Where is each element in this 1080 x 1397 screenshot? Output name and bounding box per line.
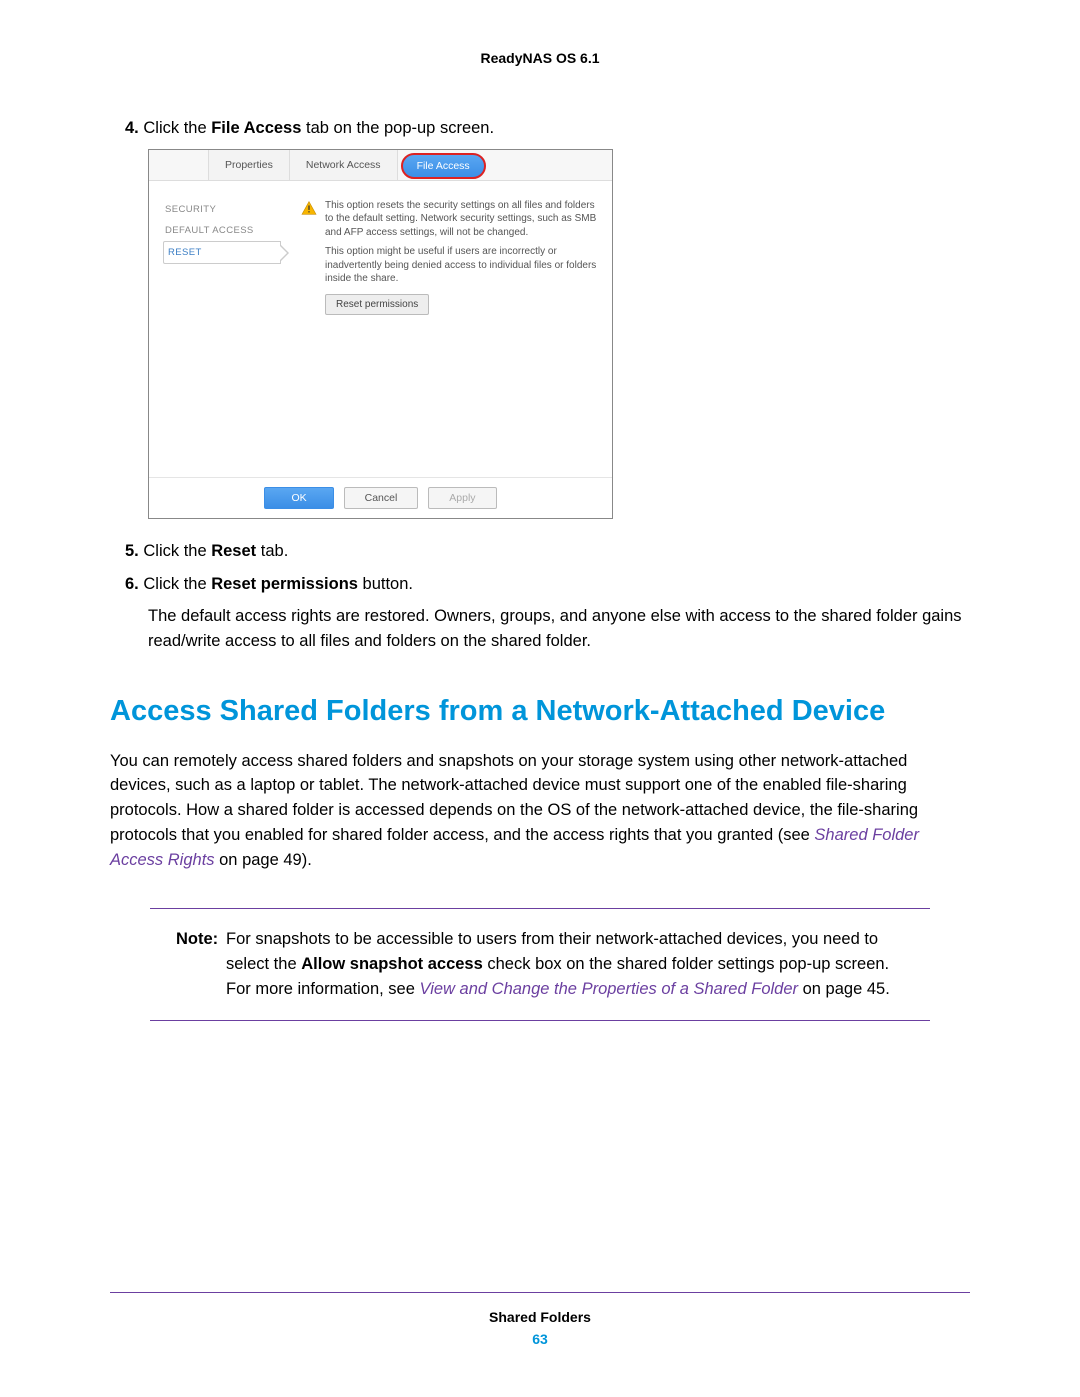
note-label: Note:	[176, 927, 226, 1001]
step-4-bold: File Access	[211, 119, 301, 137]
section-heading: Access Shared Folders from a Network-Att…	[110, 694, 970, 729]
dialog-tabs: Properties Network Access File Access	[149, 150, 612, 181]
step-5: 5. Click the Reset tab.	[110, 539, 970, 564]
link-view-change-properties[interactable]: View and Change the Properties of a Shar…	[420, 980, 799, 998]
step-4-post: tab on the pop-up screen.	[301, 119, 494, 137]
intro-pre: You can remotely access shared folders a…	[110, 752, 918, 844]
ok-button[interactable]: OK	[264, 487, 333, 509]
step-5-post: tab.	[256, 542, 288, 560]
doc-header: ReadyNAS OS 6.1	[110, 50, 970, 66]
reset-description: This option resets the security settings…	[325, 199, 598, 316]
note-block: Note: For snapshots to be accessible to …	[150, 908, 930, 1020]
file-access-dialog: Properties Network Access File Access SE…	[148, 149, 613, 519]
warn-text-1: This option resets the security settings…	[325, 199, 598, 240]
note-bold: Allow snapshot access	[301, 955, 483, 973]
sidebar-item-reset[interactable]: RESET	[163, 241, 281, 264]
note-end: on page 45.	[798, 980, 890, 998]
dialog-sidebar: SECURITY DEFAULT ACCESS RESET	[163, 199, 281, 316]
tab-properties[interactable]: Properties	[208, 150, 290, 180]
cancel-button[interactable]: Cancel	[344, 487, 419, 509]
warn-text-2: This option might be useful if users are…	[325, 245, 598, 286]
step-6-num: 6.	[125, 575, 139, 593]
step-5-bold: Reset	[211, 542, 256, 560]
footer-chapter: Shared Folders	[110, 1309, 970, 1325]
step-6: 6. Click the Reset permissions button.	[110, 572, 970, 597]
tab-network-access[interactable]: Network Access	[289, 150, 398, 180]
footer-page-number: 63	[110, 1331, 970, 1347]
intro-post: on page 49).	[215, 851, 312, 869]
sidebar-item-security[interactable]: SECURITY	[163, 199, 281, 220]
apply-button[interactable]: Apply	[428, 487, 496, 509]
sidebar-item-default-access[interactable]: DEFAULT ACCESS	[163, 220, 281, 241]
page-footer: Shared Folders 63	[110, 1292, 970, 1348]
dialog-footer: OK Cancel Apply	[149, 477, 612, 518]
reset-permissions-button[interactable]: Reset permissions	[325, 294, 429, 316]
step-4: 4. Click the File Access tab on the pop-…	[110, 116, 970, 141]
warning-icon	[301, 201, 317, 215]
step-4-num: 4.	[125, 119, 139, 137]
step-4-pre: Click the	[143, 119, 211, 137]
step-6-post: button.	[358, 575, 413, 593]
footer-rule	[110, 1292, 970, 1294]
step-6-body: The default access rights are restored. …	[110, 604, 970, 654]
section-intro: You can remotely access shared folders a…	[110, 749, 970, 873]
step-5-pre: Click the	[143, 542, 211, 560]
step-5-num: 5.	[125, 542, 139, 560]
step-6-bold: Reset permissions	[211, 575, 358, 593]
tab-file-access[interactable]: File Access	[401, 153, 486, 179]
step-6-pre: Click the	[143, 575, 211, 593]
